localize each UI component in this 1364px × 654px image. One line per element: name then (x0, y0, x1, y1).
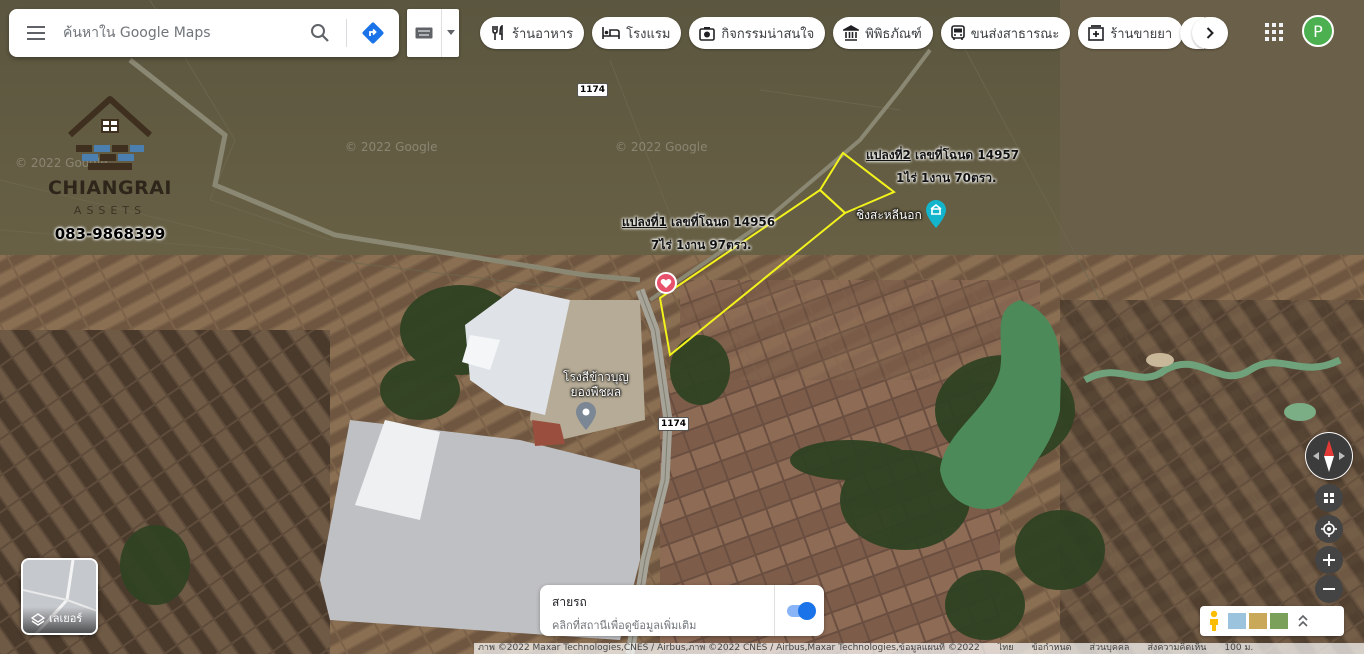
chip-label: ร้านอาหาร (512, 26, 574, 42)
chip-label: พิพิธภัณฑ์ (865, 26, 922, 42)
logo-phone: 083-9868399 (54, 225, 166, 243)
chip-museums[interactable]: พิพิธภัณฑ์ (833, 17, 933, 49)
logo-sub: ASSETS (73, 204, 147, 217)
chiangrai-assets-logo: CHIANGRAI ASSETS 083-9868399 (40, 95, 180, 245)
parcel-1-area: 7ไร่ 1งาน 97ตรว. (651, 238, 752, 252)
parcel-2-area: 1ไร่ 1งาน 70ตรว. (896, 171, 997, 185)
map-type-caret[interactable] (441, 9, 459, 57)
layers-label: เลเยอร์ (49, 612, 83, 625)
keyboard-icon (415, 27, 433, 39)
street-view-bar (1200, 606, 1344, 636)
account-avatar[interactable]: P (1302, 15, 1334, 47)
privacy-link[interactable]: ส่วนบุคคล (1089, 643, 1129, 654)
minus-icon (1323, 588, 1335, 590)
zoom-in-button[interactable] (1315, 546, 1343, 574)
menu-button[interactable] (9, 9, 63, 57)
parcel-1-label: แปลงที่1 เลขที่โฉนด 14956 (622, 213, 775, 232)
fork-knife-icon (492, 25, 503, 40)
pegman-icon[interactable] (1208, 610, 1220, 632)
house-logo-icon (68, 96, 152, 170)
transit-card-subtitle: คลิกที่สถานีเพื่อดูข้อมูลเพิ่มเติม (552, 619, 697, 632)
parcel-2-label: แปลงที่2 เลขที่โฉนด 14957 (866, 146, 1019, 165)
satellite-imagery (0, 0, 1364, 654)
temple-label[interactable]: ชิงสะหลีนอก (856, 206, 922, 225)
pharmacy-icon (1088, 25, 1105, 41)
chip-label: ขนส่งสาธารณะ (970, 26, 1060, 42)
my-location-button[interactable] (1315, 515, 1343, 543)
caret-down-icon (446, 30, 455, 35)
watermark: © 2022 Google (615, 140, 708, 154)
search-icon (311, 24, 329, 42)
saved-heart-pin-icon[interactable] (655, 272, 677, 298)
parcel-1-title: แปลงที่1 (622, 215, 667, 229)
chevron-right-icon (1206, 27, 1214, 39)
attribution-footer: ภาพ ©2022 Maxar Technologies,CNES / Airb… (474, 643, 1364, 654)
parcel-2-deed: เลขที่โฉนด 14957 (910, 148, 1020, 162)
chip-label: โรงแรม (626, 26, 671, 42)
bus-icon (950, 25, 965, 40)
map-type-select[interactable] (407, 9, 459, 57)
attribution-text: ภาพ ©2022 Maxar Technologies,CNES / Airb… (478, 643, 980, 653)
my-location-icon (1321, 521, 1337, 537)
expand-up-icon[interactable] (1298, 615, 1308, 627)
camera-icon (699, 26, 716, 41)
search-button[interactable] (300, 13, 340, 53)
road-shield: 1174 (577, 83, 609, 97)
directions-button[interactable] (353, 13, 393, 53)
directions-icon (362, 22, 384, 44)
layers-icon (31, 613, 45, 626)
compass-icon (1306, 433, 1352, 479)
google-apps-icon[interactable] (1262, 20, 1286, 44)
feedback-link[interactable]: ส่งความคิดเห็น (1147, 643, 1206, 654)
museum-icon (843, 25, 860, 41)
road-shield: 1174 (658, 417, 690, 431)
satellite-map[interactable]: © 2022 Google © 2022 Google © 2022 Googl… (0, 0, 1364, 654)
parcel-1-deed: เลขที่โฉนด 14956 (666, 215, 776, 229)
divider (346, 19, 347, 47)
parcel-2-title: แปลงที่2 (866, 148, 911, 162)
terms-link[interactable]: ข้อกำหนด (1031, 643, 1071, 654)
bed-icon (602, 27, 620, 39)
chip-label: กิจกรรมน่าสนใจ (721, 26, 815, 42)
rice-mill-label[interactable]: โรงสีข้าวบุญ ยองพืชผล (563, 370, 629, 400)
scale-label: 100 ม. (1224, 643, 1254, 653)
grid-icon (1324, 493, 1334, 503)
chip-hotels[interactable]: โรงแรม (592, 17, 682, 49)
transit-card: สายรถ คลิกที่สถานีเพื่อดูข้อมูลเพิ่มเติม (540, 585, 824, 636)
rice-mill-pin-icon[interactable] (576, 402, 596, 430)
chip-label: ร้านขายยา (1110, 26, 1173, 42)
temple-pin-icon[interactable] (926, 200, 946, 228)
watermark: © 2022 Google (345, 140, 438, 154)
hamburger-icon (27, 26, 45, 40)
transit-card-title: สายรถ (552, 595, 587, 609)
layers-label-row: เลเยอร์ (23, 607, 96, 633)
chip-pharmacies[interactable]: ร้านขายยา (1078, 17, 1184, 49)
country-link[interactable]: ไทย (998, 643, 1014, 654)
transit-toggle[interactable] (786, 601, 816, 620)
chips-next-button[interactable] (1192, 17, 1228, 49)
logo-brand: CHIANGRAI (47, 177, 173, 199)
tilt-button[interactable] (1315, 484, 1343, 512)
imagery-thumbnails-icon[interactable] (1228, 613, 1290, 629)
plus-icon (1323, 554, 1335, 566)
search-box (9, 9, 399, 57)
layers-button[interactable]: เลเยอร์ (21, 558, 98, 635)
zoom-out-button[interactable] (1315, 575, 1343, 603)
search-input[interactable] (63, 13, 300, 53)
chip-transit[interactable]: ขนส่งสาธารณะ (940, 17, 1071, 49)
category-chips: ร้านอาหาร โรงแรม กิจกรรมน่าสนใจ พิพิธภัณ… (480, 17, 1184, 49)
compass-button[interactable] (1305, 432, 1353, 480)
map-type-main[interactable] (407, 9, 441, 57)
chip-things-to-do[interactable]: กิจกรรมน่าสนใจ (689, 17, 826, 49)
chip-restaurants[interactable]: ร้านอาหาร (480, 17, 585, 49)
